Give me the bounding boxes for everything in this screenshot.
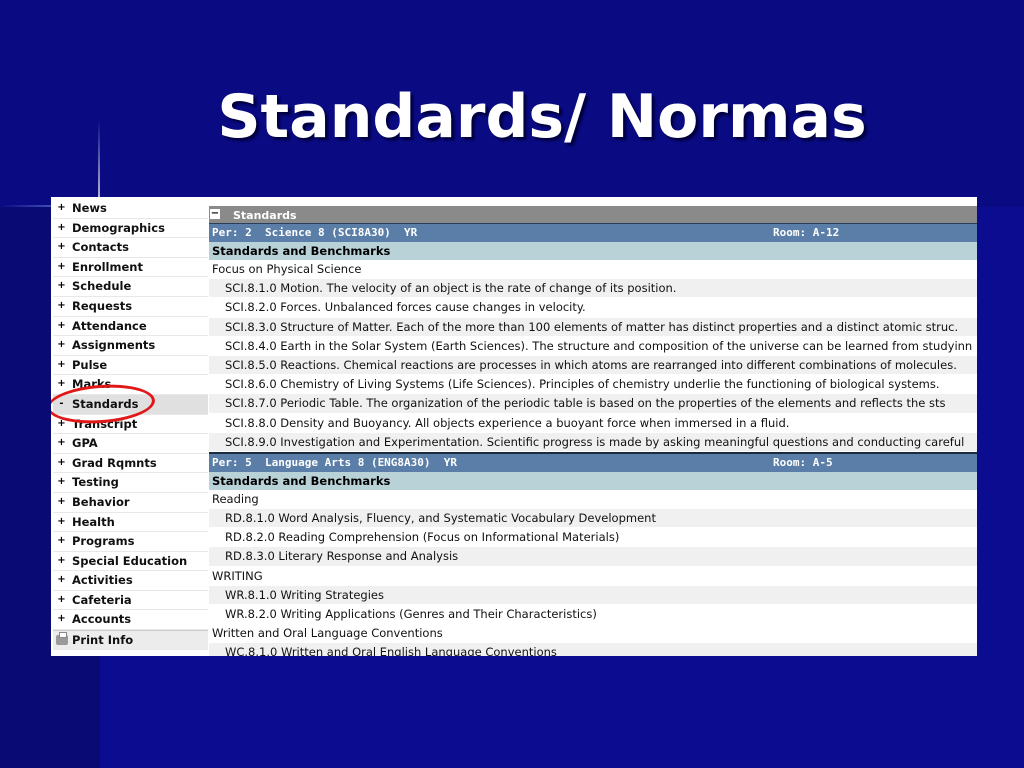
sidebar-item-gpa[interactable]: + GPA [53,434,208,454]
standard-group: Written and Oral Language Conventions [209,624,977,644]
sidebar-item-programs[interactable]: + Programs [53,532,208,552]
expand-icon: + [57,221,66,233]
standard-row: RD.8.3.0 Literary Response and Analysis [209,547,977,567]
expand-icon: + [57,574,66,586]
section-subheader: Standards and Benchmarks [209,471,977,490]
sidebar-item-assignments[interactable]: + Assignments [53,336,208,356]
sidebar-item-schedule[interactable]: + Schedule [53,277,208,297]
collapse-icon[interactable]: − [210,209,220,219]
sidebar-item-health[interactable]: + Health [53,513,208,533]
course-header: Per: 5 Language Arts 8 (ENG8A30) YR Room… [209,451,977,472]
printer-icon [56,632,68,646]
expand-icon: + [57,299,66,311]
standards-content: − Standards Per: 2 Science 8 (SCI8A30) Y… [209,206,977,656]
course-header: Per: 2 Science 8 (SCI8A30) YR Room: A-12 [209,223,977,242]
standard-row: WR.8.2.0 Writing Applications (Genres an… [209,605,977,625]
expand-icon: + [57,613,66,625]
sidebar-nav: + News + Demographics + Contacts + Enrollmen… [51,199,208,650]
sidebar-item-activities[interactable]: + Activities [53,571,208,591]
sidebar-item-testing[interactable]: + Testing [53,473,208,493]
screenshot-panel: + News + Demographics + Contacts + Enrollmen… [51,197,977,656]
expand-icon: + [57,241,66,253]
standard-group: WRITING [209,566,977,586]
standard-row: SCI.8.3.0 Structure of Matter. Each of t… [209,317,977,337]
standard-row: SCI.8.2.0 Forces. Unbalanced forces caus… [209,298,977,318]
expand-icon: + [57,495,66,507]
expand-icon: + [57,339,66,351]
expand-icon: + [57,378,66,390]
expand-icon: + [57,319,66,331]
sidebar-item-demographics[interactable]: + Demographics [53,219,208,239]
standard-row: SCI.8.9.0 Investigation and Experimentat… [209,432,977,452]
sidebar-item-grad-rqmnts[interactable]: + Grad Rqmnts [53,454,208,474]
expand-icon: + [57,280,66,292]
expand-icon: + [57,476,66,488]
section-subheader: Standards and Benchmarks [209,242,977,260]
sidebar-item-cafeteria[interactable]: + Cafeteria [53,591,208,611]
expand-icon: + [57,437,66,449]
standard-row: WC.8.1.0 Written and Oral English Langua… [209,643,977,656]
standard-row: SCI.8.1.0 Motion. The velocity of an obj… [209,279,977,299]
standard-row: SCI.8.8.0 Density and Buoyancy. All obje… [209,413,977,433]
sidebar-item-behavior[interactable]: + Behavior [53,493,208,513]
expand-icon: + [57,260,66,272]
sidebar-item-enrollment[interactable]: + Enrollment [53,258,208,278]
standard-row: RD.8.1.0 Word Analysis, Fluency, and Sys… [209,509,977,529]
standard-group: Focus on Physical Science [209,260,977,280]
standard-row: SCI.8.7.0 Periodic Table. The organizati… [209,394,977,414]
standards-header[interactable]: − Standards [209,206,977,223]
expand-icon: + [57,202,66,213]
expand-icon: + [57,593,66,605]
expand-icon: + [57,554,66,566]
slide-title: Standards/ Normas [217,82,867,152]
standard-row: RD.8.2.0 Reading Comprehension (Focus on… [209,528,977,548]
sidebar-item-accounts[interactable]: + Accounts [53,610,208,631]
sidebar-item-news[interactable]: + News [53,199,208,219]
standard-group: Reading [209,489,977,510]
expand-icon: + [57,515,66,527]
expand-icon: + [57,456,66,468]
expand-icon: + [57,535,66,547]
sidebar-item-pulse[interactable]: + Pulse [53,356,208,376]
sidebar-item-requests[interactable]: + Requests [53,297,208,317]
sidebar-item-contacts[interactable]: + Contacts [53,238,208,258]
standard-row: WR.8.1.0 Writing Strategies [209,585,977,605]
standard-row: SCI.8.5.0 Reactions. Chemical reactions … [209,355,977,376]
standard-row: SCI.8.4.0 Earth in the Solar System (Ear… [209,336,977,356]
sidebar-item-special-education[interactable]: + Special Education [53,552,208,572]
expand-icon: + [57,358,66,370]
standard-row: SCI.8.6.0 Chemistry of Living Systems (L… [209,375,977,395]
print-info-button[interactable]: Print Info [53,630,208,650]
sidebar-item-attendance[interactable]: + Attendance [53,317,208,337]
